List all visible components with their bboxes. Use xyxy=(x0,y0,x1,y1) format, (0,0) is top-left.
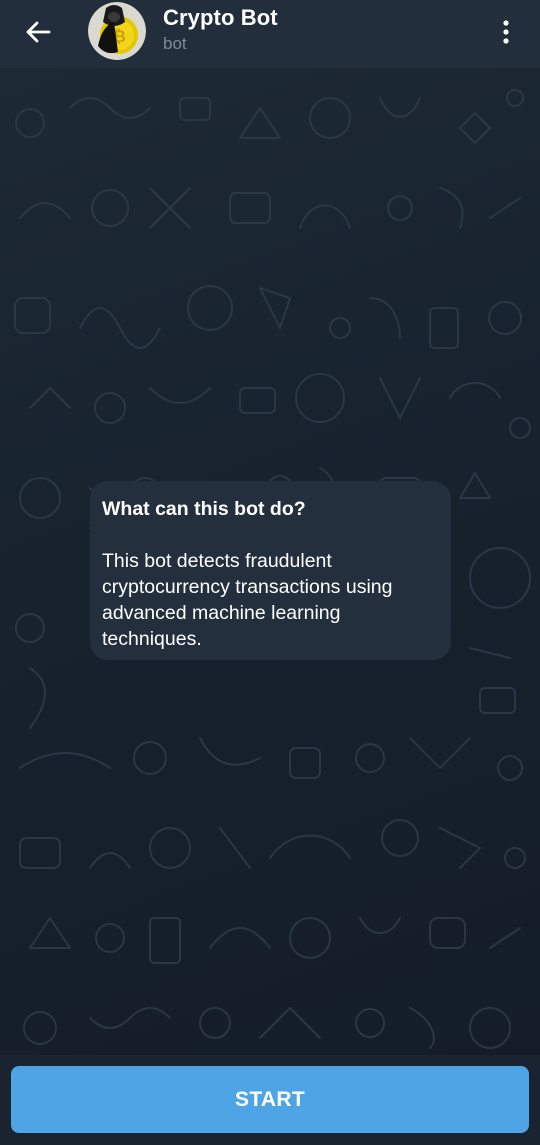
back-button[interactable] xyxy=(14,10,62,54)
bot-description-bubble: What can this bot do? This bot detects f… xyxy=(90,481,451,660)
chat-title-block[interactable]: Crypto Bot bot xyxy=(163,4,278,55)
menu-button[interactable] xyxy=(486,12,526,52)
avatar[interactable]: ₿ xyxy=(88,2,146,60)
more-vertical-icon xyxy=(503,20,509,44)
bubble-text: This bot detects fraudulent cryptocurren… xyxy=(102,550,393,650)
arrow-left-icon xyxy=(26,21,51,43)
chat-subtitle: bot xyxy=(163,34,187,53)
chat-title: Crypto Bot xyxy=(163,5,278,30)
chat-background: What can this bot do? This bot detects f… xyxy=(0,68,540,1058)
bubble-title: What can this bot do? xyxy=(102,498,306,520)
hooded-figure-bitcoin-avatar: ₿ xyxy=(88,2,146,60)
chat-screen: What can this bot do? This bot detects f… xyxy=(0,0,540,1145)
chat-header: ₿ Crypto Bot bot xyxy=(0,0,540,68)
start-button[interactable]: START xyxy=(11,1066,529,1133)
